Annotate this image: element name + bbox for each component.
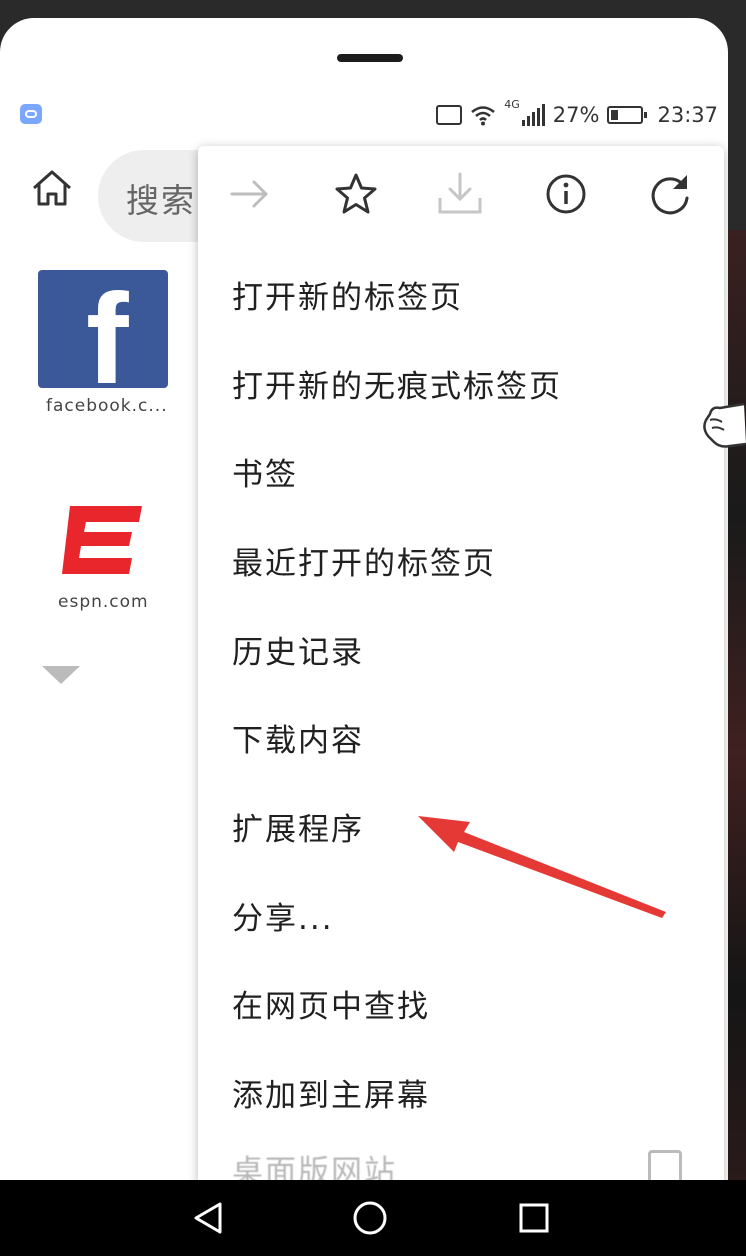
refresh-icon[interactable] — [646, 170, 694, 218]
shortcut-label: espn.com — [58, 592, 149, 612]
annotation-arrow-icon — [418, 816, 666, 918]
facebook-logo: f — [86, 270, 129, 389]
phone-screen: 4G 27% 23:37 搜索 f facebook.c... espn.com — [0, 18, 728, 1180]
espn-logo[interactable] — [62, 504, 144, 576]
overflow-menu: 打开新的标签页 打开新的无痕式标签页 书签 最近打开的标签页 历史记录 下载内容… — [198, 146, 724, 1180]
menu-item-desktop-site[interactable]: 桌面版网站 — [232, 1146, 397, 1180]
menu-item-history[interactable]: 历史记录 — [232, 623, 702, 683]
cast-icon — [436, 105, 463, 125]
notification-icon — [20, 104, 42, 124]
home-icon[interactable] — [30, 168, 74, 208]
menu-item-new-tab[interactable]: 打开新的标签页 — [232, 268, 702, 328]
shortcut-facebook[interactable]: f — [38, 270, 168, 388]
status-indicators: 4G 27% 23:37 — [436, 98, 718, 132]
menu-item-bookmarks[interactable]: 书签 — [232, 445, 702, 505]
menu-item-find-in-page[interactable]: 在网页中查找 — [232, 977, 702, 1037]
menu-item-downloads[interactable]: 下载内容 — [232, 711, 702, 771]
menu-icon-row — [198, 164, 724, 220]
battery-percent: 27% — [552, 103, 600, 127]
hand-cursor-icon — [703, 402, 746, 448]
background-edge — [726, 230, 746, 1180]
menu-item-new-incognito-tab[interactable]: 打开新的无痕式标签页 — [232, 357, 702, 417]
clock: 23:37 — [657, 103, 718, 127]
earpiece — [337, 54, 403, 62]
search-placeholder: 搜索 — [126, 181, 196, 220]
info-icon[interactable] — [542, 170, 590, 218]
star-icon[interactable] — [332, 170, 380, 218]
shortcut-label: facebook.c... — [46, 396, 168, 416]
battery-icon — [607, 106, 648, 124]
menu-item-add-to-home[interactable]: 添加到主屏幕 — [232, 1066, 702, 1126]
menu-item-recent-tabs[interactable]: 最近打开的标签页 — [232, 534, 702, 594]
download-icon[interactable] — [436, 170, 484, 218]
wifi-icon — [471, 106, 496, 126]
forward-icon[interactable] — [226, 170, 274, 218]
signal-icon — [521, 104, 545, 126]
network-type: 4G — [504, 98, 520, 111]
expand-shortcuts-icon[interactable] — [42, 666, 80, 684]
status-bar: 4G 27% 23:37 — [0, 96, 728, 132]
desktop-site-checkbox[interactable] — [648, 1150, 682, 1180]
caption-overlay — [0, 1232, 746, 1256]
